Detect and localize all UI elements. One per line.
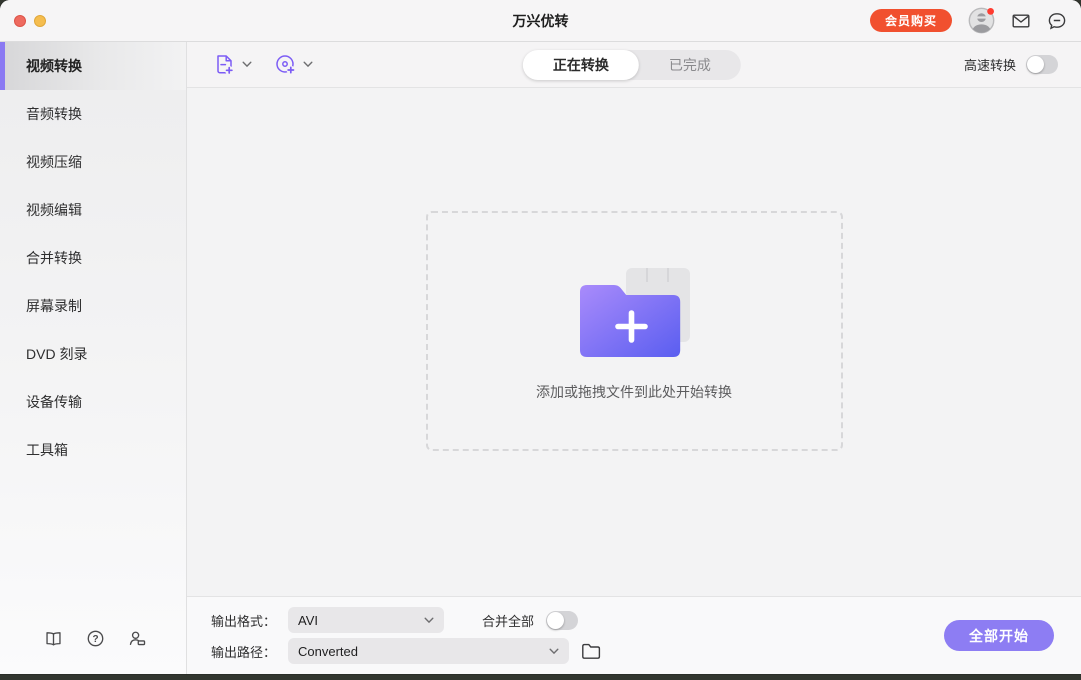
user-guide-button[interactable] [44, 629, 63, 648]
person-circle-icon [968, 7, 995, 34]
sidebar-footer: ? [0, 629, 186, 674]
output-path-row: 输出路径： Converted [211, 638, 601, 664]
chevron-down-icon [549, 648, 559, 655]
sidebar-item-audio-convert[interactable]: 音频转换 [0, 90, 186, 138]
toolbar: 正在转换 已完成 高速转换 [187, 42, 1081, 88]
high-speed-label: 高速转换 [964, 55, 1016, 74]
sidebar-item-label: 视频编辑 [26, 200, 82, 220]
output-format-select[interactable]: AVI [288, 607, 444, 633]
traffic-lights [14, 15, 46, 27]
sidebar-item-label: 工具箱 [26, 440, 68, 460]
chevron-down-icon [242, 61, 252, 68]
start-all-button[interactable]: 全部开始 [944, 620, 1054, 651]
help-icon: ? [86, 629, 105, 648]
sidebar-item-merge-convert[interactable]: 合并转换 [0, 234, 186, 282]
help-button[interactable]: ? [86, 629, 105, 648]
toolbar-add-group [187, 53, 313, 76]
add-disc-icon [274, 53, 297, 76]
chat-bubble-icon [1047, 11, 1067, 31]
folder-plus-icon [568, 260, 700, 362]
sidebar: 视频转换 音频转换 视频压缩 视频编辑 合并转换 屏幕录制 DVD 刻录 设备传… [0, 42, 187, 674]
app-body: 视频转换 音频转换 视频压缩 视频编辑 合并转换 屏幕录制 DVD 刻录 设备传… [0, 42, 1081, 674]
tab-finished[interactable]: 已完成 [639, 50, 741, 80]
sidebar-item-video-edit[interactable]: 视频编辑 [0, 186, 186, 234]
output-path-select[interactable]: Converted [288, 638, 569, 664]
mail-icon [1011, 11, 1031, 31]
drop-zone-hint: 添加或拖拽文件到此处开始转换 [536, 382, 732, 402]
account-avatar[interactable] [968, 7, 995, 34]
sidebar-item-label: 合并转换 [26, 248, 82, 268]
sidebar-item-toolbox[interactable]: 工具箱 [0, 426, 186, 474]
output-format-row: 输出格式： AVI 合并全部 [211, 607, 601, 633]
toggle-knob [547, 612, 564, 629]
convert-status-tabs: 正在转换 已完成 [523, 50, 741, 80]
app-window: 万兴优转 会员购买 [0, 0, 1081, 674]
chevron-down-icon [424, 617, 434, 624]
svg-text:?: ? [92, 634, 98, 645]
membership-purchase-button[interactable]: 会员购买 [870, 9, 952, 32]
sidebar-item-label: 音频转换 [26, 104, 82, 124]
bottom-bar: 输出格式： AVI 合并全部 输出路径： [187, 596, 1081, 674]
high-speed-group: 高速转换 [964, 55, 1081, 74]
add-disc-button[interactable] [274, 53, 313, 76]
main-panel: 正在转换 已完成 高速转换 [187, 42, 1081, 674]
content-area: 添加或拖拽文件到此处开始转换 [187, 88, 1081, 596]
sidebar-item-label: 屏幕录制 [26, 296, 82, 316]
titlebar-actions: 会员购买 [870, 7, 1067, 34]
tab-converting[interactable]: 正在转换 [523, 50, 639, 80]
sidebar-item-screen-record[interactable]: 屏幕录制 [0, 282, 186, 330]
browse-folder-button[interactable] [581, 642, 601, 660]
merge-all-label: 合并全部 [482, 611, 534, 630]
titlebar: 万兴优转 会员购买 [0, 0, 1081, 42]
output-settings: 输出格式： AVI 合并全部 输出路径： [211, 607, 601, 664]
sidebar-item-video-convert[interactable]: 视频转换 [0, 42, 186, 90]
sidebar-item-dvd-burn[interactable]: DVD 刻录 [0, 330, 186, 378]
file-drop-zone[interactable]: 添加或拖拽文件到此处开始转换 [426, 211, 843, 451]
sidebar-item-device-transfer[interactable]: 设备传输 [0, 378, 186, 426]
toggle-knob [1027, 56, 1044, 73]
sidebar-item-label: 视频转换 [26, 56, 82, 76]
add-files-button[interactable] [213, 53, 252, 76]
community-button[interactable] [128, 629, 147, 648]
merge-all-toggle[interactable] [546, 611, 578, 630]
close-window-button[interactable] [14, 15, 26, 27]
output-path-label: 输出路径： [211, 642, 276, 661]
output-path-value: Converted [298, 644, 358, 659]
high-speed-toggle[interactable] [1026, 55, 1058, 74]
sidebar-item-video-compress[interactable]: 视频压缩 [0, 138, 186, 186]
book-icon [44, 629, 63, 648]
sidebar-item-label: 设备传输 [26, 392, 82, 412]
output-format-label: 输出格式： [211, 611, 276, 630]
output-format-value: AVI [298, 613, 318, 628]
minimize-window-button[interactable] [34, 15, 46, 27]
sidebar-item-label: 视频压缩 [26, 152, 82, 172]
community-icon [128, 629, 147, 648]
add-file-icon [213, 53, 236, 76]
folder-icon [581, 642, 601, 660]
messages-button[interactable] [1011, 11, 1031, 31]
notification-dot [987, 8, 994, 15]
feedback-button[interactable] [1047, 11, 1067, 31]
sidebar-item-label: DVD 刻录 [26, 344, 87, 364]
chevron-down-icon [303, 61, 313, 68]
